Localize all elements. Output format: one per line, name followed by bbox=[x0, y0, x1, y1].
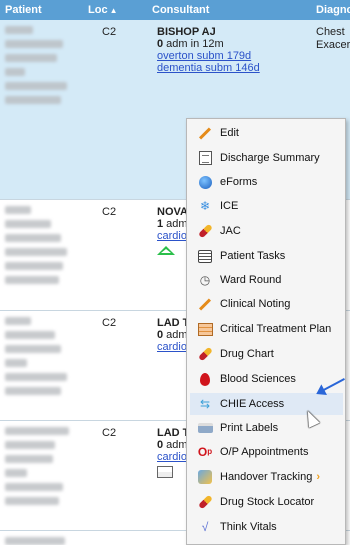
menu-item-critical-treatment-plan[interactable]: Critical Treatment Plan bbox=[190, 318, 343, 340]
pencil-icon bbox=[196, 125, 214, 141]
referral-link[interactable]: dementia subm 146d bbox=[157, 62, 350, 74]
menu-item-label: Edit bbox=[220, 127, 239, 139]
menu-item-edit[interactable]: Edit bbox=[190, 122, 343, 144]
op-icon: Op bbox=[197, 445, 213, 459]
menu-item-eforms[interactable]: eForms bbox=[190, 171, 343, 193]
column-header-diagnosis[interactable]: Diagno bbox=[316, 4, 350, 16]
blood-drop-icon bbox=[196, 371, 214, 387]
menu-item-label: Critical Treatment Plan bbox=[220, 323, 332, 335]
menu-item-print-labels[interactable]: Print Labels bbox=[190, 417, 343, 439]
column-header-loc-label: Loc bbox=[88, 4, 108, 16]
globe-icon bbox=[196, 174, 214, 190]
warning-triangle-icon[interactable] bbox=[157, 246, 175, 255]
patient-details-redacted bbox=[5, 206, 83, 290]
pill-icon bbox=[196, 346, 214, 362]
menu-item-label: Handover Tracking bbox=[220, 471, 313, 483]
location-cell: C2 bbox=[102, 206, 117, 218]
clock-icon: ◷ bbox=[199, 273, 211, 287]
link-icon: ⇆ bbox=[199, 397, 211, 411]
menu-item-op-appointments[interactable]: Op O/P Appointments bbox=[190, 441, 343, 463]
printer-icon bbox=[196, 420, 214, 436]
menu-item-label: JAC bbox=[220, 225, 241, 237]
patient-context-menu: Edit Discharge Summary eForms ❄ ICE JAC … bbox=[186, 118, 346, 545]
menu-item-ice[interactable]: ❄ ICE bbox=[190, 195, 343, 217]
menu-item-clinical-noting[interactable]: Clinical Noting bbox=[190, 293, 343, 315]
menu-item-label: Discharge Summary bbox=[220, 152, 320, 164]
menu-item-label: Drug Chart bbox=[220, 348, 274, 360]
document-icon[interactable] bbox=[157, 466, 173, 478]
patient-details-redacted bbox=[5, 26, 83, 110]
table-header: Patient Loc ▲ Consultant Diagno bbox=[0, 0, 350, 20]
location-cell: C2 bbox=[102, 427, 117, 439]
menu-item-ward-round[interactable]: ◷ Ward Round bbox=[190, 269, 343, 291]
menu-item-label: eForms bbox=[220, 176, 258, 188]
vitals-icon: √ bbox=[201, 520, 209, 534]
list-icon bbox=[196, 248, 214, 264]
handover-icon bbox=[196, 469, 214, 485]
location-cell: C2 bbox=[102, 26, 117, 38]
menu-item-jac[interactable]: JAC bbox=[190, 220, 343, 242]
column-header-patient[interactable]: Patient bbox=[5, 4, 42, 16]
menu-item-label: Patient Tasks bbox=[220, 250, 286, 262]
menu-item-patient-tasks[interactable]: Patient Tasks bbox=[190, 245, 343, 267]
pill-icon bbox=[196, 494, 214, 510]
menu-item-label: CHIE Access bbox=[220, 398, 285, 410]
menu-item-label: Clinical Noting bbox=[220, 298, 291, 310]
document-edit-icon bbox=[196, 150, 214, 166]
menu-item-label: Ward Round bbox=[220, 274, 282, 286]
menu-item-handover-tracking[interactable]: Handover Tracking › bbox=[190, 466, 343, 488]
patient-details-redacted bbox=[5, 317, 83, 401]
patient-details-redacted bbox=[5, 537, 83, 545]
chart-icon bbox=[196, 321, 214, 337]
menu-item-label: Blood Sciences bbox=[220, 373, 296, 385]
column-header-consultant[interactable]: Consultant bbox=[152, 4, 209, 16]
column-header-loc[interactable]: Loc ▲ bbox=[88, 4, 117, 16]
location-cell: C2 bbox=[102, 317, 117, 329]
chevron-right-icon: › bbox=[316, 471, 320, 483]
menu-item-label: ICE bbox=[220, 200, 239, 212]
menu-item-label: Think Vitals bbox=[220, 521, 277, 533]
pencil-icon bbox=[196, 296, 214, 312]
patient-details-redacted bbox=[5, 427, 83, 511]
menu-item-drug-chart[interactable]: Drug Chart bbox=[190, 343, 343, 365]
menu-item-label: Print Labels bbox=[220, 422, 279, 434]
diagnosis-cell: Chest Exacer bbox=[316, 26, 350, 51]
snowflake-icon: ❄ bbox=[199, 199, 211, 213]
pill-icon bbox=[196, 223, 214, 239]
sort-ascending-icon: ▲ bbox=[109, 6, 118, 15]
menu-item-think-vitals[interactable]: √ Think Vitals bbox=[190, 516, 343, 538]
menu-item-label: O/P Appointments bbox=[220, 446, 309, 458]
menu-item-discharge-summary[interactable]: Discharge Summary bbox=[190, 147, 343, 169]
menu-item-drug-stock-locator[interactable]: Drug Stock Locator bbox=[190, 491, 343, 513]
menu-item-label: Drug Stock Locator bbox=[220, 496, 315, 508]
